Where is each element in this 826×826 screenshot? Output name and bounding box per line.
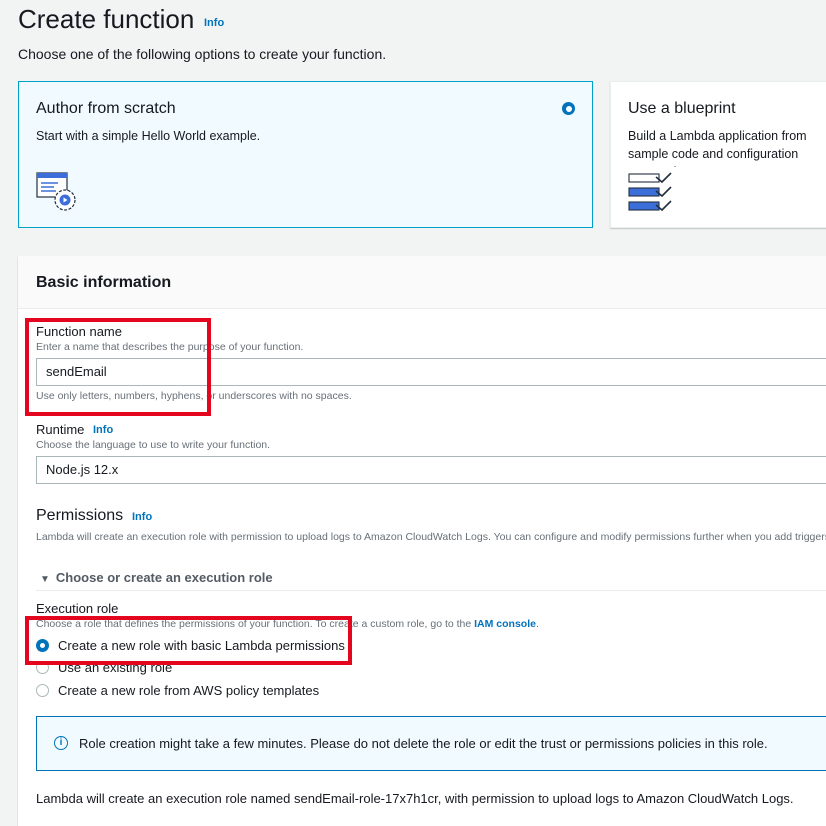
alert-text: Role creation might take a few minutes. … (79, 736, 768, 751)
runtime-label: Runtime (36, 422, 85, 437)
execution-role-description-text: Choose a role that defines the permissio… (36, 618, 475, 630)
tile-use-blueprint[interactable]: Use a blueprint Build a Lambda applicati… (610, 81, 826, 228)
execution-role-expander[interactable]: ▼ Choose or create an execution role (40, 570, 273, 585)
runtime-description: Choose the language to use to write your… (36, 439, 271, 451)
execution-role-description: Choose a role that defines the permissio… (36, 618, 539, 630)
function-name-input[interactable]: sendEmail (36, 358, 826, 386)
function-name-description: Enter a name that describes the purpose … (36, 341, 304, 353)
role-creation-alert: i Role creation might take a few minutes… (36, 716, 826, 771)
execution-role-description-end: . (535, 618, 539, 630)
expander-divider (36, 590, 826, 591)
role-footer-note: Lambda will create an execution role nam… (36, 791, 794, 806)
runtime-select[interactable]: Node.js 12.x (36, 456, 826, 484)
tile-scratch-title: Author from scratch (36, 100, 176, 117)
role-option-new-basic[interactable]: Create a new role with basic Lambda perm… (36, 638, 366, 654)
tile-scratch-radio[interactable] (562, 102, 575, 115)
page-info-link[interactable]: Info (204, 17, 224, 29)
info-circle-icon: i (54, 736, 68, 750)
expander-label: Choose or create an execution role (55, 570, 273, 585)
permissions-title: Permissions (36, 507, 124, 524)
code-settings-icon (36, 172, 76, 211)
radio-policy-templates[interactable] (36, 684, 49, 697)
tile-blueprint-description: Build a Lambda application from sample c… (628, 129, 807, 167)
tile-author-from-scratch[interactable]: Author from scratch Start with a simple … (18, 81, 593, 228)
runtime-info-link[interactable]: Info (93, 424, 113, 436)
function-name-label: Function name (36, 324, 122, 339)
tile-scratch-description: Start with a simple Hello World example. (36, 129, 261, 143)
page-subtitle: Choose one of the following options to c… (18, 46, 387, 62)
role-option-existing[interactable]: Use an existing role (36, 660, 366, 676)
blueprint-icon (628, 172, 672, 212)
iam-console-link[interactable]: IAM console (474, 618, 536, 630)
radio-new-basic[interactable] (36, 639, 49, 652)
role-option-label: Create a new role with basic Lambda perm… (58, 638, 345, 653)
function-name-hint: Use only letters, numbers, hyphens, or u… (36, 390, 352, 402)
panel-header: Basic information (18, 256, 826, 309)
page-title: Create function (18, 4, 195, 34)
role-option-label: Use an existing role (58, 660, 173, 675)
role-option-label: Create a new role from AWS policy templa… (58, 683, 320, 698)
panel-title: Basic information (36, 274, 172, 291)
permissions-description: Lambda will create an execution role wit… (36, 531, 826, 543)
permissions-info-link[interactable]: Info (132, 511, 152, 523)
tile-blueprint-title: Use a blueprint (628, 100, 736, 117)
caret-down-icon: ▼ (40, 574, 50, 585)
radio-existing[interactable] (36, 661, 49, 674)
role-option-policy-templates[interactable]: Create a new role from AWS policy templa… (36, 683, 366, 699)
execution-role-label: Execution role (36, 601, 119, 616)
